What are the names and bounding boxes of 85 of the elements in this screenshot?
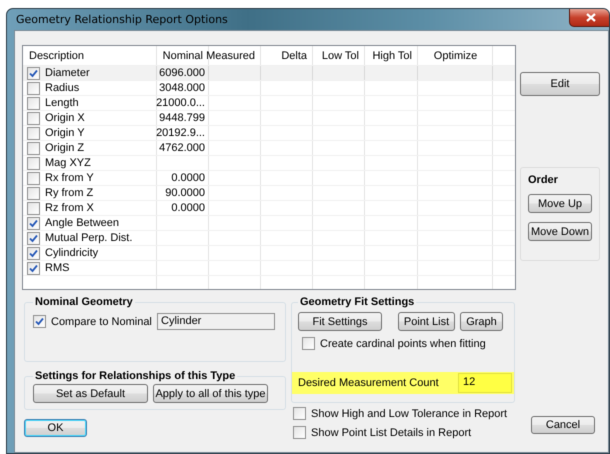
table-row[interactable]: Cylindricity — [23, 246, 515, 261]
set-default-button[interactable]: Set as Default — [33, 384, 148, 403]
table-cell-text: 3048.000 — [158, 81, 206, 95]
close-button[interactable] — [569, 9, 609, 27]
table-cell-text: 6096.000 — [158, 66, 206, 80]
checkbox[interactable] — [27, 172, 40, 184]
table-cell: Origin Z — [23, 141, 157, 155]
checkbox[interactable] — [27, 232, 40, 244]
move-down-button[interactable]: Move Down — [528, 222, 592, 241]
table-row[interactable]: Ry from Z 90.0000 — [23, 186, 515, 201]
column-header[interactable]: Description — [23, 46, 157, 65]
table-cell: Mutual Perp. Dist. — [23, 231, 157, 245]
table-cell: Rz from X — [23, 201, 157, 215]
cancel-button[interactable]: Cancel — [531, 416, 595, 434]
checkbox[interactable] — [27, 96, 40, 110]
table-row[interactable]: Origin Z 4762.000 — [23, 141, 515, 156]
table-cell: Origin X — [23, 111, 157, 125]
table-cell-text: 0.0000 — [170, 201, 206, 215]
table-cell: Angle Between — [23, 216, 157, 230]
table-row[interactable]: Length 21000.0... — [23, 96, 515, 111]
column-header[interactable]: High Tol — [365, 46, 418, 65]
checkbox[interactable] — [33, 315, 46, 328]
group-title: Order — [528, 174, 558, 186]
table-cell: Ry from Z — [23, 186, 157, 200]
table-cell: Length — [23, 96, 157, 110]
group-title: Geometry Fit Settings — [299, 296, 416, 308]
move-up-button[interactable]: Move Up — [528, 194, 592, 213]
checkbox[interactable] — [27, 216, 40, 230]
table-cell: RMS — [23, 261, 157, 275]
table-row[interactable]: Rx from Y 0.0000 — [23, 171, 515, 186]
group-title: Settings for Relationships of this Type — [34, 370, 236, 382]
table-cell: Radius — [23, 81, 157, 95]
checkbox[interactable] — [27, 112, 40, 124]
checkbox[interactable] — [27, 202, 40, 214]
checkbox[interactable] — [293, 407, 306, 420]
table-cell: Mag XYZ — [23, 156, 157, 170]
table-row[interactable]: Diameter 6096.000 — [23, 66, 515, 81]
window-title: Geometry Relationship Report Options — [15, 12, 229, 27]
table-row[interactable]: Angle Between — [23, 216, 515, 231]
checkbox[interactable] — [293, 426, 306, 439]
table-row[interactable]: Origin X 9448.799 — [23, 111, 515, 126]
ok-button[interactable]: OK — [24, 419, 87, 437]
column-header[interactable]: Low Tol — [313, 46, 365, 65]
table-row[interactable]: Mutual Perp. Dist. — [23, 231, 515, 246]
checkbox[interactable] — [302, 337, 315, 350]
apply-all-button[interactable]: Apply to all of this type — [153, 384, 268, 403]
count-field[interactable]: 12 — [458, 373, 512, 393]
table-cell: Origin Y — [23, 126, 157, 140]
checkbox-label: Show High and Low Tolerance in Report — [311, 408, 508, 420]
table-row[interactable]: RMS — [23, 261, 515, 276]
close-icon — [586, 13, 596, 22]
column-header[interactable]: Delta — [261, 46, 313, 65]
checkbox-label: Show Point List Details in Report — [311, 426, 472, 438]
column-header[interactable]: Optimize — [418, 46, 493, 65]
table-cell: Cylindricity — [23, 246, 157, 260]
checkbox[interactable] — [27, 66, 40, 80]
table-cell: Diameter — [23, 66, 157, 80]
checkbox[interactable] — [27, 246, 40, 260]
table-row[interactable]: Origin Y 20192.9... — [23, 126, 515, 141]
table-cell-text: 4762.000 — [158, 141, 206, 155]
checkbox[interactable] — [27, 156, 40, 170]
checkbox[interactable] — [27, 262, 40, 274]
table-row[interactable]: Rz from X 0.0000 — [23, 201, 515, 216]
checkbox[interactable] — [27, 126, 40, 140]
table-row[interactable]: Radius 3048.000 — [23, 81, 515, 96]
field-label: Desired Measurement Count — [298, 377, 439, 389]
checkbox[interactable] — [27, 186, 40, 200]
point-list-button[interactable]: Point List — [398, 312, 455, 331]
checkbox-label: Create cardinal points when fitting — [320, 338, 486, 350]
geometry-field[interactable]: Cylinder — [157, 313, 275, 330]
table-cell-text: 21000.0... — [157, 96, 206, 110]
table-row[interactable]: Mag XYZ — [23, 156, 515, 171]
table-cell-text: 20192.9... — [157, 126, 206, 140]
checkbox[interactable] — [27, 82, 40, 94]
table-cell: Rx from Y — [23, 171, 157, 185]
fit-settings-button[interactable]: Fit Settings — [298, 312, 382, 331]
table-cell-text: 9448.799 — [158, 111, 206, 125]
column-header[interactable]: Measured — [209, 46, 261, 65]
graph-button[interactable]: Graph — [460, 312, 503, 331]
group-title: Nominal Geometry — [34, 296, 134, 308]
checkbox-label: Compare to Nominal — [51, 316, 152, 328]
edit-button[interactable]: Edit — [520, 72, 600, 96]
table-cell-text: 90.0000 — [164, 186, 206, 200]
table-cell-text: 0.0000 — [170, 171, 206, 185]
checkbox[interactable] — [27, 142, 40, 154]
